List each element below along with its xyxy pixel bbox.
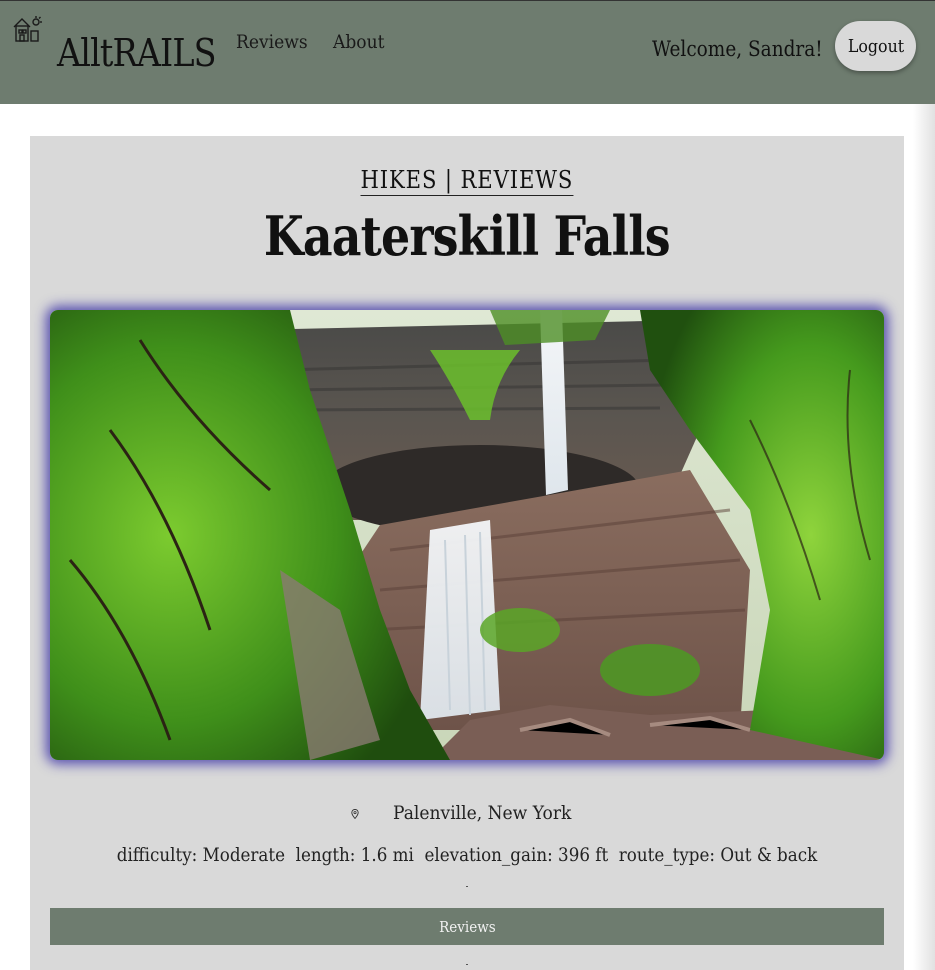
right-edge-shadow — [913, 104, 935, 970]
nav-link-about[interactable]: About — [333, 31, 384, 53]
reviews-button[interactable]: Reviews — [50, 908, 884, 945]
welcome-message: Welcome, Sandra! — [652, 37, 823, 61]
breadcrumb[interactable]: HIKES | REVIEWS — [30, 166, 904, 196]
stat-elevation-gain: elevation_gain: 396 ft — [424, 844, 609, 866]
stat-length: length: 1.6 mi — [295, 844, 414, 866]
logout-button[interactable]: Logout — [835, 21, 916, 71]
hike-detail-panel: HIKES | REVIEWS Kaaterskill Falls Palenv… — [30, 136, 904, 970]
page-title: Kaaterskill Falls — [264, 204, 671, 268]
nav-link-reviews[interactable]: Reviews — [236, 31, 308, 53]
waterfall-image — [50, 310, 884, 760]
location-text: Palenville, New York — [393, 802, 572, 824]
brand-logo[interactable]: AlltRAILS — [57, 31, 217, 75]
reviews-button-label: Reviews — [438, 917, 496, 936]
divider-dot — [466, 886, 468, 887]
divider-dot — [466, 964, 468, 965]
logout-label: Logout — [847, 35, 904, 57]
stat-difficulty: difficulty: Moderate — [116, 844, 286, 866]
house-logo-icon[interactable] — [13, 15, 43, 45]
hike-photo — [50, 310, 884, 760]
navbar: AlltRAILS Reviews About Welcome, Sandra!… — [0, 0, 935, 104]
hike-stats: difficulty: Moderate length: 1.6 mi elev… — [30, 844, 904, 866]
stat-route-type: route_type: Out & back — [618, 844, 818, 866]
location-pin-icon — [351, 809, 359, 819]
